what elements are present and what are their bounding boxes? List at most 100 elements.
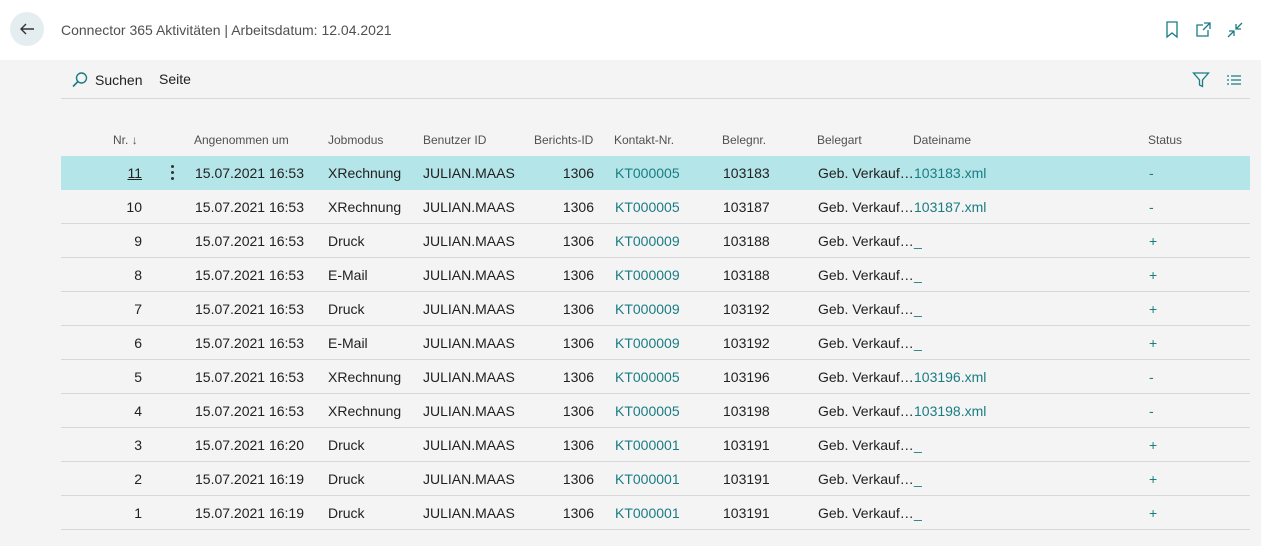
cell-nr[interactable]: 3 [102, 437, 142, 453]
cell-status: + [1149, 471, 1158, 487]
cell-nr[interactable]: 9 [102, 233, 142, 249]
cell-kontakt-link[interactable]: KT000005 [615, 403, 680, 419]
cell-angenommen: 15.07.2021 16:53 [195, 403, 304, 419]
collapse-icon [1227, 22, 1243, 38]
cell-status: + [1149, 437, 1158, 453]
table-row[interactable]: 4 15.07.2021 16:53 XRechnung JULIAN.MAAS 130… [61, 394, 1250, 428]
cell-kontakt-link[interactable]: KT000009 [615, 267, 680, 283]
cell-kontakt-link[interactable]: KT000001 [615, 437, 680, 453]
cell-kontakt-link[interactable]: KT000009 [615, 335, 680, 351]
cell-belegnr: 103192 [723, 301, 770, 317]
cell-dateiname-link[interactable]: _ [914, 505, 922, 521]
cell-berichts-id: 1306 [562, 199, 594, 215]
table-row[interactable]: 3 15.07.2021 16:20 Druck JULIAN.MAAS 1306 KT0… [61, 428, 1250, 462]
page-menu-button[interactable]: Seite [159, 71, 191, 87]
cell-belegart: Geb. Verkauf… [818, 403, 914, 419]
column-header-berichts-id[interactable]: Berichts-ID [534, 133, 593, 147]
cell-jobmodus: XRechnung [328, 199, 402, 215]
column-header-kontakt[interactable]: Kontakt-Nr. [614, 133, 674, 147]
row-menu-icon[interactable] [167, 162, 177, 182]
cell-nr[interactable]: 11 [102, 165, 142, 181]
cell-belegnr: 103191 [723, 505, 770, 521]
cell-berichts-id: 1306 [562, 233, 594, 249]
cell-status: + [1149, 335, 1158, 351]
cell-nr[interactable]: 7 [102, 301, 142, 317]
cell-belegart: Geb. Verkauf… [818, 233, 914, 249]
table-row[interactable]: 7 15.07.2021 16:53 Druck JULIAN.MAAS 1306 KT0… [61, 292, 1250, 326]
cell-belegart: Geb. Verkauf… [818, 335, 914, 351]
cell-kontakt-link[interactable]: KT000005 [615, 165, 680, 181]
cell-nr[interactable]: 4 [102, 403, 142, 419]
cell-kontakt-link[interactable]: KT000001 [615, 505, 680, 521]
list-view-icon [1227, 75, 1241, 85]
table-row[interactable]: 10 15.07.2021 16:53 XRechnung JULIAN.MAAS 13… [61, 190, 1250, 224]
column-header-dateiname[interactable]: Dateiname [913, 133, 971, 147]
table-row[interactable]: 11 15.07.2021 16:53 XRechnung JULIAN.MAAS 13… [61, 156, 1250, 190]
cell-berichts-id: 1306 [562, 437, 594, 453]
cell-dateiname-link[interactable]: _ [914, 471, 922, 487]
list-view-button[interactable] [1224, 70, 1244, 90]
cell-belegnr: 103191 [723, 471, 770, 487]
cell-belegart: Geb. Verkauf… [818, 301, 914, 317]
column-header-nr-label: Nr. [113, 133, 129, 147]
cell-nr[interactable]: 1 [102, 505, 142, 521]
column-header-benutzer[interactable]: Benutzer ID [423, 133, 486, 147]
cell-jobmodus: XRechnung [328, 165, 402, 181]
filter-button[interactable] [1191, 70, 1211, 90]
open-new-window-button[interactable] [1193, 20, 1213, 40]
cell-nr[interactable]: 2 [102, 471, 142, 487]
cell-angenommen: 15.07.2021 16:53 [195, 369, 304, 385]
cell-dateiname-link[interactable]: _ [914, 233, 922, 249]
search-label: Suchen [95, 72, 143, 88]
table-row[interactable]: 9 15.07.2021 16:53 Druck JULIAN.MAAS 1306 KT0… [61, 224, 1250, 258]
cell-nr[interactable]: 8 [102, 267, 142, 283]
table-row[interactable]: 6 15.07.2021 16:53 E-Mail JULIAN.MAAS 1306 KT… [61, 326, 1250, 360]
cell-jobmodus: XRechnung [328, 369, 402, 385]
search-button[interactable]: Suchen [71, 71, 142, 89]
cell-angenommen: 15.07.2021 16:19 [195, 471, 304, 487]
table-row[interactable]: 5 15.07.2021 16:53 XRechnung JULIAN.MAAS 130… [61, 360, 1250, 394]
column-header-jobmodus[interactable]: Jobmodus [328, 133, 383, 147]
cell-jobmodus: XRechnung [328, 403, 402, 419]
cell-dateiname-link[interactable]: 103187.xml [914, 199, 986, 215]
cell-status: - [1149, 165, 1154, 181]
cell-kontakt-link[interactable]: KT000009 [615, 233, 680, 249]
cell-nr[interactable]: 10 [102, 199, 142, 215]
column-header-angenommen[interactable]: Angenommen um [194, 133, 289, 147]
open-in-new-window-icon [1196, 22, 1211, 37]
cell-angenommen: 15.07.2021 16:53 [195, 301, 304, 317]
table-body: 11 15.07.2021 16:53 XRechnung JULIAN.MAAS 13… [61, 156, 1250, 530]
bookmark-icon [1166, 21, 1178, 39]
cell-dateiname-link[interactable]: _ [914, 267, 922, 283]
page-label: Seite [159, 71, 191, 87]
cell-nr[interactable]: 5 [102, 369, 142, 385]
back-button[interactable] [10, 12, 44, 46]
column-header-status[interactable]: Status [1148, 133, 1182, 147]
table-row[interactable]: 1 15.07.2021 16:19 Druck JULIAN.MAAS 1306 KT0… [61, 496, 1250, 530]
column-header-nr[interactable]: Nr. ↓ [113, 133, 138, 147]
table-row[interactable]: 8 15.07.2021 16:53 E-Mail JULIAN.MAAS 1306 KT… [61, 258, 1250, 292]
cell-dateiname-link[interactable]: 103183.xml [914, 165, 986, 181]
cell-kontakt-link[interactable]: KT000009 [615, 301, 680, 317]
cell-dateiname-link[interactable]: _ [914, 335, 922, 351]
cell-status: - [1149, 403, 1154, 419]
search-icon [72, 72, 88, 88]
cell-dateiname-link[interactable]: 103198.xml [914, 403, 986, 419]
bookmark-button[interactable] [1162, 20, 1182, 40]
column-header-belegnr[interactable]: Belegnr. [722, 133, 766, 147]
collapse-button[interactable] [1225, 20, 1245, 40]
menu-dot [170, 170, 174, 174]
page-header: Connector 365 Aktivitäten | Arbeitsdatum… [0, 0, 1261, 60]
cell-dateiname-link[interactable]: _ [914, 301, 922, 317]
column-header-belegart[interactable]: Belegart [817, 133, 862, 147]
table-row[interactable]: 2 15.07.2021 16:19 Druck JULIAN.MAAS 1306 KT0… [61, 462, 1250, 496]
activities-table: Nr. ↓ Angenommen um Jobmodus Benutzer ID… [61, 126, 1250, 530]
cell-angenommen: 15.07.2021 16:19 [195, 505, 304, 521]
cell-nr[interactable]: 6 [102, 335, 142, 351]
cell-kontakt-link[interactable]: KT000001 [615, 471, 680, 487]
cell-kontakt-link[interactable]: KT000005 [615, 369, 680, 385]
cell-berichts-id: 1306 [562, 335, 594, 351]
cell-dateiname-link[interactable]: 103196.xml [914, 369, 986, 385]
cell-dateiname-link[interactable]: _ [914, 437, 922, 453]
cell-kontakt-link[interactable]: KT000005 [615, 199, 680, 215]
